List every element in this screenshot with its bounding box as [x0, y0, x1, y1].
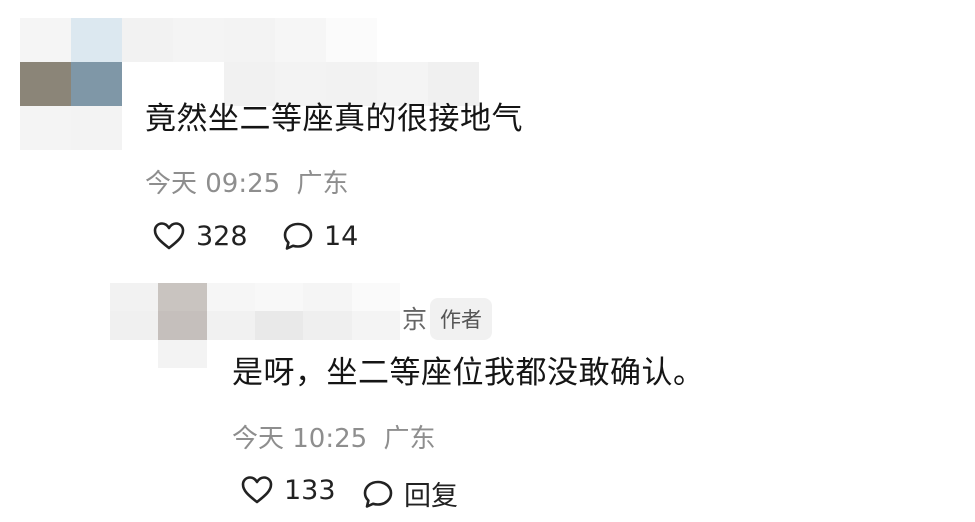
like-button[interactable]: 328: [152, 220, 248, 252]
reply-to-reply-button[interactable]: 回复: [362, 474, 458, 513]
comment-time: 今天 09:25: [145, 169, 281, 199]
comment-meta: 今天 09:25 广东: [145, 163, 348, 200]
like-count: 328: [196, 220, 248, 252]
reply-time: 今天 10:25: [232, 424, 368, 454]
reply-label: 回复: [404, 481, 458, 512]
reply-location: 广东: [383, 424, 436, 454]
author-badge: 作者: [430, 298, 492, 340]
reply-meta: 今天 10:25 广东: [232, 418, 435, 455]
reply-username-tail[interactable]: 京: [402, 300, 427, 336]
heart-outline-icon: [152, 220, 186, 252]
reply-count: 14: [324, 220, 359, 252]
comment-bubble-icon: [362, 478, 394, 510]
heart-outline-icon: [240, 474, 274, 506]
comment-location: 广东: [296, 169, 349, 199]
reply-like-button[interactable]: 133: [240, 474, 336, 506]
reply-text: 是呀，坐二等座位我都没敢确认。: [232, 355, 705, 391]
comment-item: 竟然坐二等座真的很接地气 今天 09:25 广东 328 14 京 作者 是呀，…: [0, 0, 975, 522]
reply-button[interactable]: 14: [282, 220, 358, 252]
reply-like-count: 133: [284, 474, 336, 506]
comment-bubble-icon: [282, 220, 314, 252]
comment-text: 竟然坐二等座真的很接地气: [145, 101, 523, 137]
